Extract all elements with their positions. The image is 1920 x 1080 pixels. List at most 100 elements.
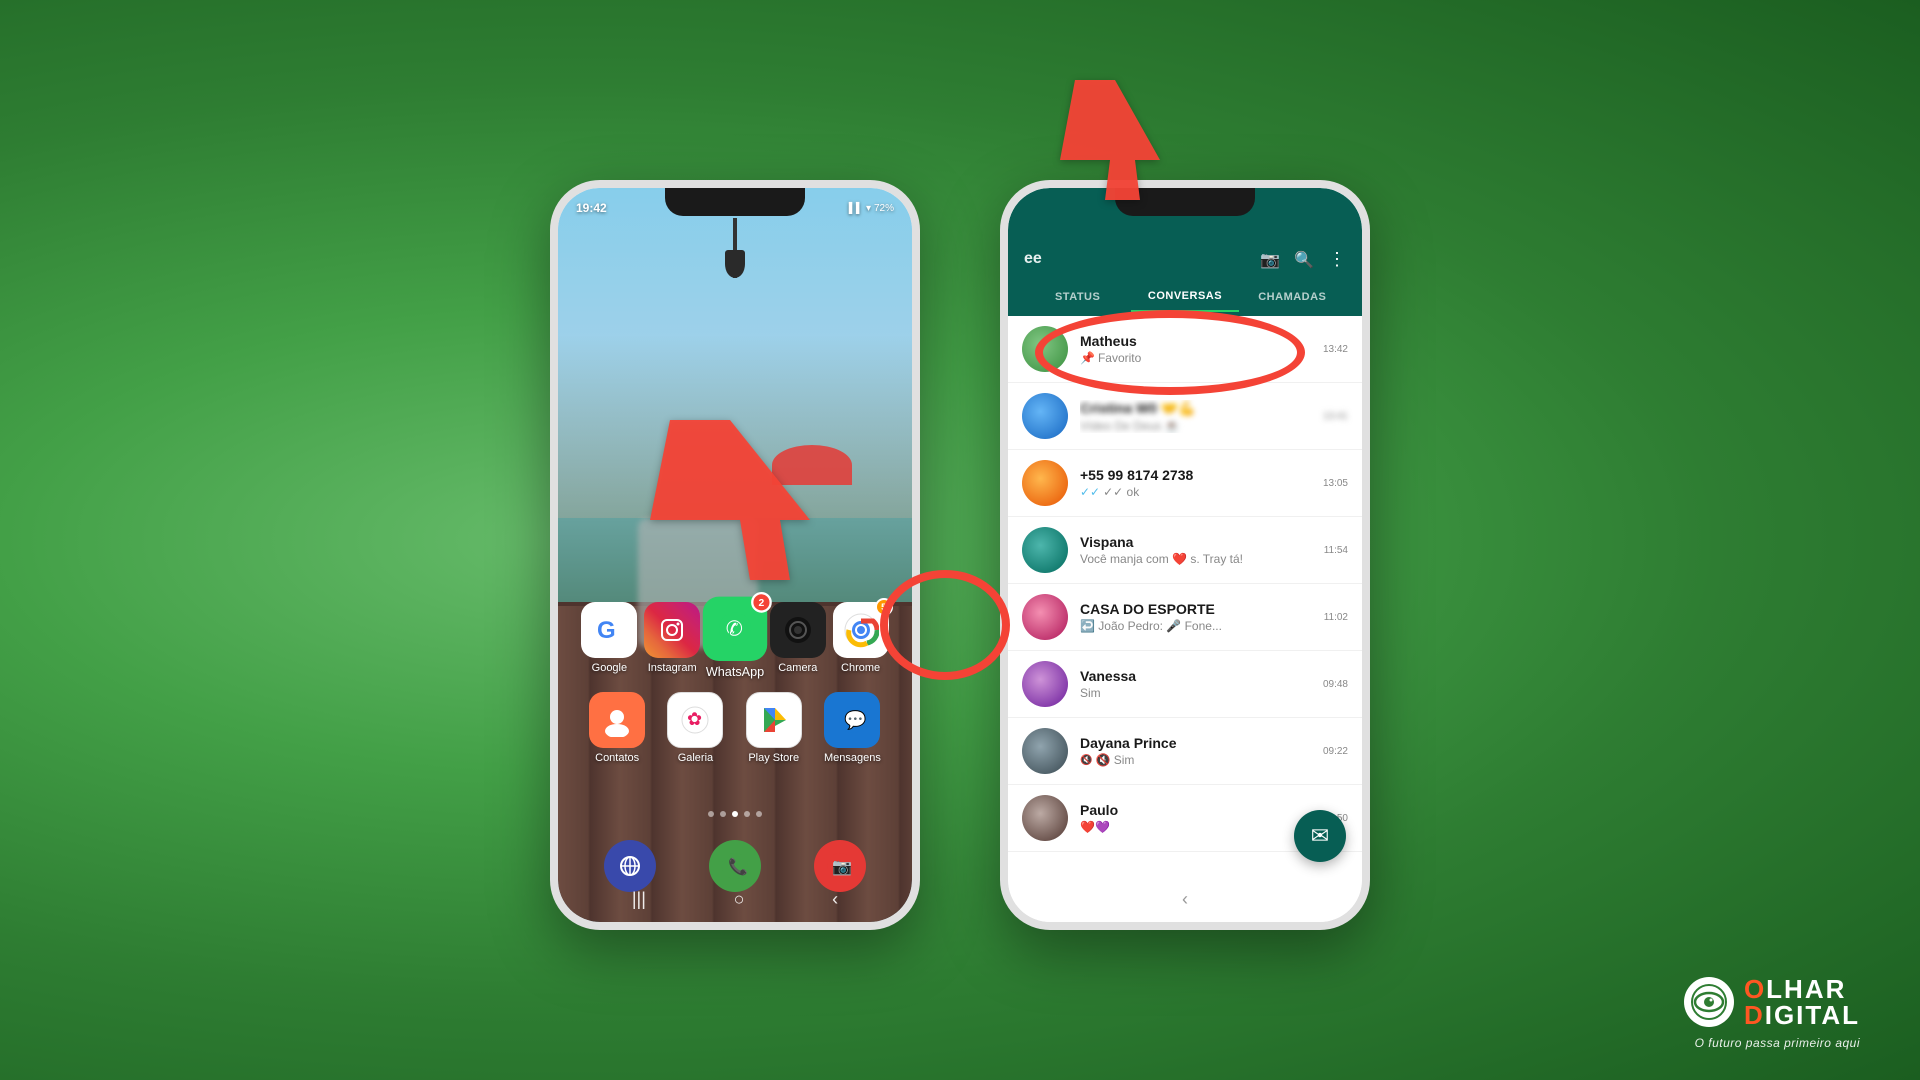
app-gallery[interactable]: ✿ Galeria xyxy=(667,692,723,764)
nav-back[interactable]: ‹ xyxy=(832,889,838,910)
chat-info-paulo: Paulo ❤️💜 xyxy=(1080,802,1311,834)
pin-icon: 📌 xyxy=(1080,351,1095,365)
chat-vanessa[interactable]: Vanessa Sim 09:48 xyxy=(1008,651,1362,718)
svg-text:✿: ✿ xyxy=(687,709,702,729)
dot-5 xyxy=(756,811,762,817)
chat-info-casa-esporte: CASA DO ESPORTE ↩️ João Pedro: 🎤 Fone... xyxy=(1080,601,1312,633)
contacts-icon-img xyxy=(589,692,645,748)
svg-text:G: G xyxy=(597,617,616,644)
dot-4 xyxy=(744,811,750,817)
chat-info-vispana: Vispana Você manja com ❤️ s. Tray tá! xyxy=(1080,534,1312,566)
phone1-wallpaper-bg: 19:42 ▌▌ ▾ 72% xyxy=(558,188,912,922)
status-time: 19:42 xyxy=(576,201,607,215)
chat-time-vispana: 11:54 xyxy=(1324,545,1348,556)
chat-matheus[interactable]: Matheus 📌 Favorito 13:42 xyxy=(1008,316,1362,383)
chat-time-dayana: 09:22 xyxy=(1323,746,1348,757)
chat-preview-matheus: 📌 Favorito xyxy=(1080,351,1311,365)
tab-chats[interactable]: CONVERSAS xyxy=(1131,282,1238,312)
chat-name-2: Cristina W0 🤝💪 xyxy=(1080,400,1311,417)
chat-name-paulo: Paulo xyxy=(1080,802,1311,818)
app-row-2: Contatos ✿ Galeria xyxy=(578,692,892,764)
chat-name-matheus: Matheus xyxy=(1080,333,1311,349)
chat-meta-vispana: 11:54 xyxy=(1324,545,1348,556)
logo-text: OLHAR DIGITAL xyxy=(1744,976,1860,1028)
chat-vispana[interactable]: Vispana Você manja com ❤️ s. Tray tá! 11… xyxy=(1008,517,1362,584)
messages-icon-img: 💬 xyxy=(824,692,880,748)
svg-text:✆: ✆ xyxy=(726,618,743,641)
app-contacts[interactable]: Contatos xyxy=(589,692,645,764)
tab-status[interactable]: STATUS xyxy=(1024,283,1131,311)
dot-2 xyxy=(720,811,726,817)
phone2-wrapper: ee 📷 🔍 ⋮ STATUS CONVERSAS CHAMADAS xyxy=(1000,180,1370,930)
chat-time-matheus: 13:42 xyxy=(1323,344,1348,355)
instagram-icon-img xyxy=(644,602,700,658)
chat-preview-2: Vídeo De Deus ☕ xyxy=(1080,419,1311,433)
gallery-icon-img: ✿ xyxy=(667,692,723,748)
avatar-vanessa xyxy=(1022,661,1068,707)
avatar-dayana xyxy=(1022,728,1068,774)
chat-time-casa-esporte: 11:02 xyxy=(1324,612,1348,623)
whatsapp-screen: ee 📷 🔍 ⋮ STATUS CONVERSAS CHAMADAS xyxy=(1008,188,1362,922)
chat-dayana[interactable]: Dayana Prince 🔇 🔇 Sim 09:22 xyxy=(1008,718,1362,785)
avatar-vispana xyxy=(1022,527,1068,573)
wa-camera-icon[interactable]: 📷 xyxy=(1260,250,1280,270)
app-row-1: G Google Instagram xyxy=(578,602,892,674)
logo-top: OLHAR DIGITAL xyxy=(1684,976,1860,1028)
nav-home[interactable]: ○ xyxy=(734,889,745,910)
phone2-frame: ee 📷 🔍 ⋮ STATUS CONVERSAS CHAMADAS xyxy=(1000,180,1370,930)
phone1-screen: 19:42 ▌▌ ▾ 72% xyxy=(558,188,912,922)
app-whatsapp[interactable]: ✆ 2 WhatsApp xyxy=(703,597,767,680)
chat-name-dayana: Dayana Prince xyxy=(1080,735,1311,751)
app-grid: G Google Instagram xyxy=(558,602,912,782)
playstore-icon-img xyxy=(746,692,802,748)
scene: 19:42 ▌▌ ▾ 72% xyxy=(0,0,1920,1080)
tab-calls[interactable]: CHAMADAS xyxy=(1239,283,1346,311)
chrome-label: Chrome xyxy=(841,662,880,674)
chat-meta-2: 13:41 xyxy=(1323,411,1348,422)
app-messages[interactable]: 💬 Mensagens xyxy=(824,692,881,764)
nav-menu[interactable]: ||| xyxy=(632,889,646,910)
mute-icon-dayana: 🔇 xyxy=(1080,755,1092,766)
instagram-label: Instagram xyxy=(648,662,697,674)
chat-3[interactable]: +55 99 8174 2738 ✓✓ ✓✓ ok 13:05 xyxy=(1008,450,1362,517)
chat-time-2: 13:41 xyxy=(1323,411,1348,422)
chat-name-3: +55 99 8174 2738 xyxy=(1080,467,1311,483)
app-instagram[interactable]: Instagram xyxy=(644,602,700,674)
app-camera[interactable]: Camera xyxy=(770,602,826,674)
red-arrow-phone2-container xyxy=(1060,80,1180,205)
chat-casa-esporte[interactable]: CASA DO ESPORTE ↩️ João Pedro: 🎤 Fone...… xyxy=(1008,584,1362,651)
contacts-label: Contatos xyxy=(595,752,639,764)
wa-search-icon[interactable]: 🔍 xyxy=(1294,250,1314,270)
fab-icon: ✉ xyxy=(1311,823,1329,849)
chat-name-vanessa: Vanessa xyxy=(1080,668,1311,684)
app-chrome[interactable]: 5 Chrome xyxy=(833,602,889,674)
app-playstore[interactable]: Play Store xyxy=(746,692,802,764)
dot-3 xyxy=(732,811,738,817)
chat-info-3: +55 99 8174 2738 ✓✓ ✓✓ ok xyxy=(1080,467,1311,499)
avatar-paulo xyxy=(1022,795,1068,841)
camera-label: Camera xyxy=(778,662,817,674)
chat-meta-vanessa: 09:48 xyxy=(1323,679,1348,690)
whatsapp-icon-img: ✆ 2 xyxy=(703,597,767,661)
wa-fab[interactable]: ✉ xyxy=(1294,810,1346,862)
chat-time-3: 13:05 xyxy=(1323,478,1348,489)
chat-2[interactable]: Cristina W0 🤝💪 Vídeo De Deus ☕ 13:41 xyxy=(1008,383,1362,450)
logo-circle xyxy=(1684,977,1734,1027)
avatar-casa-esporte xyxy=(1022,594,1068,640)
chat-meta-dayana: 09:22 xyxy=(1323,746,1348,757)
signal-icon: ▌▌ xyxy=(849,203,863,214)
chrome-icon-img: 5 xyxy=(833,602,889,658)
tick-icon-3: ✓✓ xyxy=(1080,485,1100,499)
app-google[interactable]: G Google xyxy=(581,602,637,674)
avatar-2 xyxy=(1022,393,1068,439)
phone2-navbar: ‹ xyxy=(1008,885,1362,914)
hanging-lamp xyxy=(733,218,737,278)
wa-menu-icon[interactable]: ⋮ xyxy=(1328,249,1346,270)
chat-info-vanessa: Vanessa Sim xyxy=(1080,668,1311,700)
messages-label: Mensagens xyxy=(824,752,881,764)
wa-nav-back[interactable]: ‹ xyxy=(1182,889,1188,910)
chat-preview-vanessa: Sim xyxy=(1080,686,1311,700)
chat-time-vanessa: 09:48 xyxy=(1323,679,1348,690)
phone2-screen: ee 📷 🔍 ⋮ STATUS CONVERSAS CHAMADAS xyxy=(1008,188,1362,922)
google-label: Google xyxy=(592,662,627,674)
